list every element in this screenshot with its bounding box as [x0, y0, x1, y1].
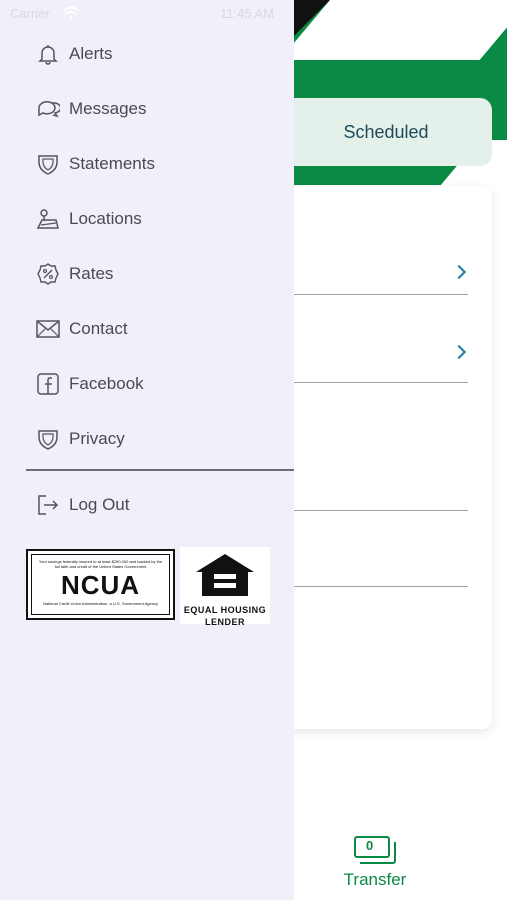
menu-item-statements[interactable]: Statements [26, 144, 286, 184]
ncua-badge: Your savings federally insured to at lea… [26, 549, 175, 620]
menu-item-label: Privacy [69, 429, 125, 448]
equal-housing-line1: EQUAL HOUSING [183, 605, 267, 615]
equal-housing-house-icon [196, 554, 254, 596]
menu-item-locations[interactable]: Locations [26, 199, 286, 239]
ncua-top-text: Your savings federally insured to at lea… [38, 559, 163, 569]
side-menu: Alerts Messages Statements Locations Rat… [0, 0, 294, 900]
ncua-logo-text: NCUA [60, 570, 141, 600]
menu-item-rates[interactable]: Rates [26, 254, 286, 294]
money-transfer-icon: 0 [354, 836, 396, 864]
equal-housing-lender-badge: EQUAL HOUSING LENDER [180, 547, 270, 627]
bell-icon [36, 42, 60, 66]
menu-item-alerts[interactable]: Alerts [26, 34, 286, 74]
percent-badge-icon [36, 262, 60, 286]
envelope-icon [36, 317, 60, 341]
tab-scheduled-label: Scheduled [343, 121, 429, 142]
menu-item-privacy[interactable]: Privacy [26, 419, 286, 459]
status-time: 11:45 AM [220, 6, 274, 21]
menu-item-label: Alerts [69, 44, 113, 63]
shield-icon [36, 152, 60, 176]
menu-item-label: Log Out [69, 495, 130, 514]
menu-item-contact[interactable]: Contact [26, 309, 286, 349]
menu-item-messages[interactable]: Messages [26, 89, 286, 129]
battery-icon [470, 7, 501, 21]
status-carrier: Carrier [10, 6, 50, 21]
facebook-icon [36, 372, 60, 396]
map-pin-icon [36, 207, 60, 231]
tabbar-transfer[interactable]: 0 Transfer [330, 836, 420, 896]
wifi-icon [62, 6, 80, 20]
menu-item-label: Statements [69, 154, 155, 173]
logout-icon [36, 493, 60, 517]
menu-item-label: Contact [69, 319, 128, 338]
shield-icon [36, 427, 60, 451]
menu-item-label: Locations [69, 209, 142, 228]
menu-item-facebook[interactable]: Facebook [26, 364, 286, 404]
menu-item-label: Messages [69, 99, 147, 118]
menu-item-logout[interactable]: Log Out [26, 485, 286, 525]
menu-item-label: Facebook [69, 374, 144, 393]
chat-bubbles-icon [36, 97, 60, 121]
menu-item-label: Rates [69, 264, 114, 283]
tabbar-transfer-label: Transfer [343, 870, 407, 889]
tab-scheduled[interactable]: Scheduled [260, 98, 492, 166]
ncua-bottom-text: National Credit Union Administration, a … [43, 601, 158, 606]
equal-housing-line2: LENDER [204, 617, 245, 627]
status-bar: Carrier 11:45 AM [0, 0, 507, 28]
menu-divider [26, 469, 294, 471]
